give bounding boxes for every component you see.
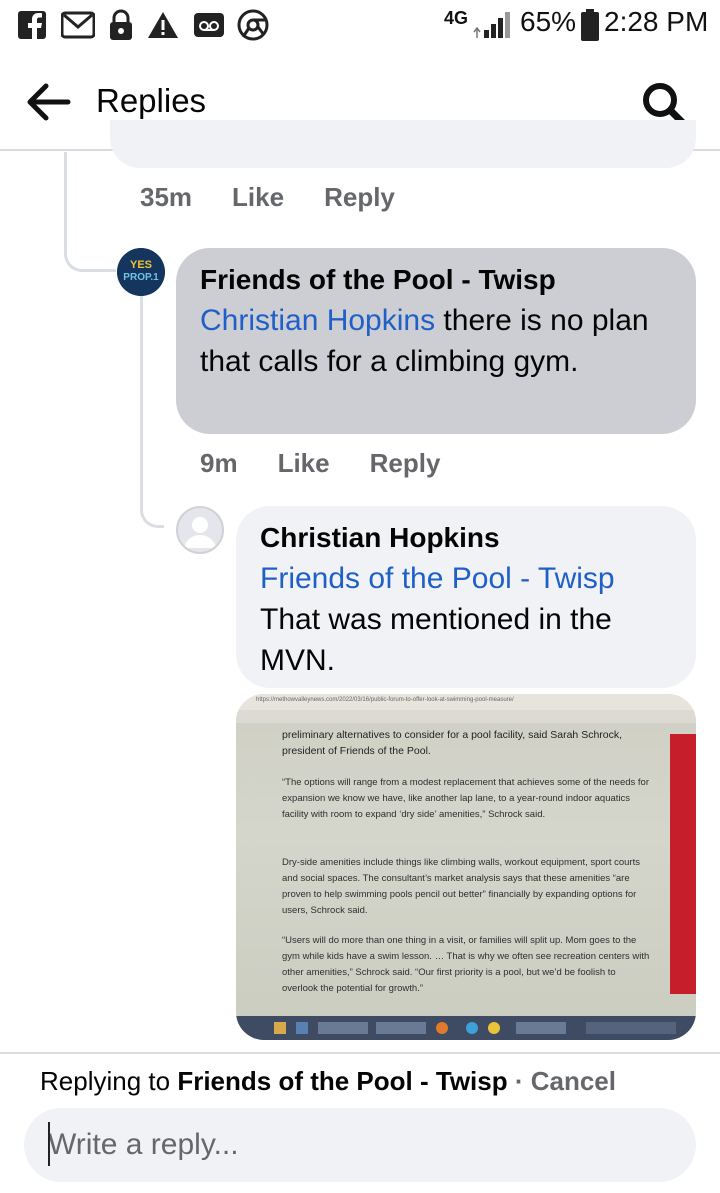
comment-bubble[interactable]: Christian Hopkins Friends of the Pool - … [236,506,696,688]
reply-button[interactable]: Reply [324,182,395,213]
page-logo-icon: YES PROP.1 [117,248,165,296]
arrow-left-icon [27,83,71,121]
photo-taskbar [236,1016,696,1040]
chrome-icon [236,8,270,42]
like-button[interactable]: Like [232,182,284,213]
comment-actions: 9m Like Reply [200,448,440,479]
thread-connector [140,440,164,528]
svg-text:YES: YES [130,259,152,271]
text-cursor [48,1122,50,1166]
comment-body: That was mentioned in the MVN. [260,603,612,677]
battery-percent: 65% [520,6,577,37]
photo-url: https://methowvalleynews.com/2022/03/16/… [256,697,514,703]
previous-comment-bubble [110,120,696,168]
mention-link[interactable]: Christian Hopkins [200,304,435,337]
replying-to-line: Replying to Friends of the Pool - Twisp … [40,1066,616,1097]
facebook-icon [16,8,48,42]
photo-browser-bar: https://methowvalleynews.com/2022/03/16/… [236,694,696,710]
svg-text:PROP.1: PROP.1 [123,272,159,283]
comment-author[interactable]: Friends of the Pool - Twisp [200,260,556,300]
cancel-reply-button[interactable]: Cancel [531,1066,616,1096]
status-bar: 4G 65% 2:28 PM [0,0,720,52]
photo-paragraph: preliminary alternatives to consider for… [282,729,623,757]
replying-to-name: Friends of the Pool - Twisp [177,1066,508,1096]
avatar[interactable] [176,506,224,554]
reply-input-container[interactable] [24,1108,696,1182]
comment-actions: 35m Like Reply [140,182,395,213]
page-title: Replies [96,82,207,119]
gmail-icon [60,8,96,42]
comment-text: Christian Hopkins there is no plan that … [200,300,670,382]
attached-photo[interactable]: https://methowvalleynews.com/2022/03/16/… [236,694,696,1040]
reply-composer: Replying to Friends of the Pool - Twisp … [0,1052,720,1193]
reply-button[interactable]: Reply [370,448,441,479]
replying-prefix: Replying to [40,1066,178,1096]
voicemail-icon [192,8,226,42]
signal-icon [470,8,514,42]
comment-time: 9m [200,448,238,478]
comment-author[interactable]: Christian Hopkins [260,518,500,558]
reply-input[interactable] [48,1122,668,1168]
network-type: 4G [444,8,469,28]
photo-article: preliminary alternatives to consider for… [236,723,696,1013]
comment-bubble[interactable]: Friends of the Pool - Twisp Christian Ho… [176,248,696,434]
like-button[interactable]: Like [278,448,330,479]
default-profile-icon [184,517,216,548]
clock: 2:28 PM [604,6,709,37]
comment-time: 35m [140,182,193,212]
avatar[interactable]: YES PROP.1 [117,248,165,296]
thread-line [140,296,143,446]
photo-paragraph: “The options will range from a modest re… [282,777,649,820]
lock-icon [108,8,134,42]
photo-ad-strip [670,734,696,994]
thread-connector [64,200,116,272]
photo-paragraph: Dry-side amenities include things like c… [282,857,640,916]
separator-dot: · [507,1066,531,1096]
back-button[interactable] [24,82,72,122]
photo-bookmarks-bar [236,710,696,723]
battery-icon [580,8,600,42]
warning-icon [146,8,180,42]
photo-paragraph: “Users will do more than one thing in a … [282,935,650,994]
mention-link[interactable]: Friends of the Pool - Twisp [260,558,680,599]
comment-text: Friends of the Pool - Twisp That was men… [260,558,680,681]
